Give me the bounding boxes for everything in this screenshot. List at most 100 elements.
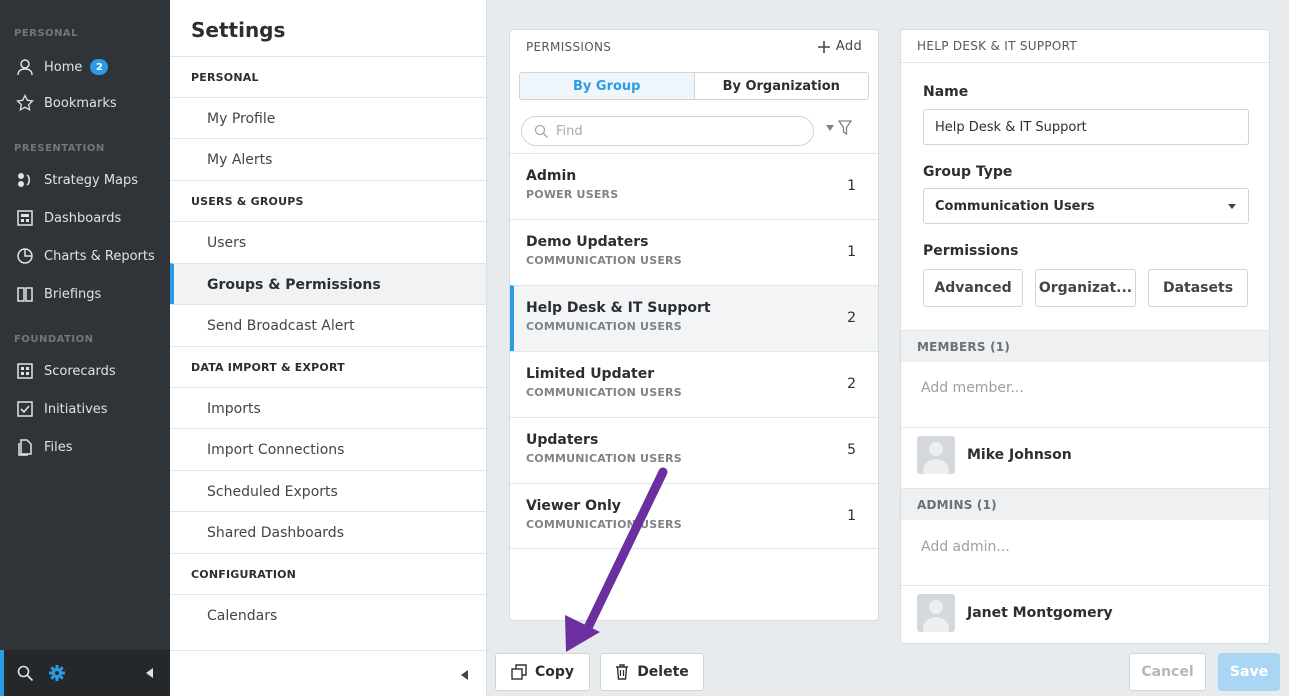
star-icon [14, 92, 36, 114]
group-count: 1 [847, 244, 856, 260]
tab-by-organization[interactable]: By Organization [694, 73, 868, 99]
name-field[interactable]: Help Desk & IT Support [923, 109, 1249, 145]
group-count: 5 [847, 442, 856, 458]
delete-label: Delete [637, 664, 689, 680]
settings-heading-users-groups: USERS & GROUPS [170, 180, 486, 222]
search-placeholder: Find [556, 123, 583, 139]
dashboard-icon [14, 207, 36, 229]
nav-item-scorecards[interactable]: Scorecards [0, 352, 170, 390]
plus-icon [817, 40, 830, 53]
delete-button[interactable]: Delete [600, 653, 704, 691]
settings-item-groups-permissions[interactable]: Groups & Permissions [170, 263, 486, 305]
settings-item-imports[interactable]: Imports [170, 387, 486, 429]
admin-row[interactable]: Janet Montgomery [901, 585, 1269, 639]
filter-icon [838, 120, 852, 136]
settings-item-my-alerts[interactable]: My Alerts [170, 138, 486, 180]
group-name: Limited Updater [526, 366, 655, 382]
group-count: 1 [847, 508, 856, 524]
datasets-button[interactable]: Datasets [1148, 269, 1248, 307]
search-icon [534, 124, 548, 138]
group-type: POWER USERS [526, 188, 619, 201]
avatar [917, 593, 955, 632]
add-member-input[interactable]: Add member... [901, 362, 1269, 414]
search-icon[interactable] [16, 664, 34, 682]
trash-icon [615, 664, 629, 680]
settings-menu: Settings PERSONAL My Profile My Alerts U… [170, 0, 487, 696]
add-group-button[interactable]: Add [817, 39, 862, 54]
group-name: Demo Updaters [526, 234, 649, 250]
nav-item-charts-reports[interactable]: Charts & Reports [0, 237, 170, 275]
settings-item-users[interactable]: Users [170, 221, 486, 263]
copy-button[interactable]: Copy [495, 653, 590, 691]
group-type-value: Communication Users [935, 198, 1095, 214]
members-section-header: MEMBERS (1) [901, 330, 1269, 362]
settings-item-shared-dashboards[interactable]: Shared Dashboards [170, 511, 486, 553]
strategy-map-icon [14, 169, 36, 191]
tab-by-group[interactable]: By Group [520, 73, 695, 99]
nav-footer [0, 650, 170, 696]
name-label: Name [923, 84, 969, 100]
nav-item-label: Initiatives [44, 401, 108, 417]
group-type-select[interactable]: Communication Users [923, 188, 1249, 224]
settings-item-my-profile[interactable]: My Profile [170, 97, 486, 139]
files-icon [14, 436, 36, 458]
nav-item-strategy-maps[interactable]: Strategy Maps [0, 161, 170, 199]
group-name: Updaters [526, 432, 599, 448]
nav-item-label: Strategy Maps [44, 172, 139, 188]
advanced-button[interactable]: Advanced [923, 269, 1023, 307]
admins-section-header: ADMINS (1) [901, 488, 1269, 520]
nav-item-dashboards[interactable]: Dashboards [0, 199, 170, 237]
nav-section-presentation: PRESENTATION [14, 143, 105, 154]
permissions-label: Permissions [923, 243, 1019, 259]
checkbox-icon [14, 398, 36, 420]
gear-icon[interactable] [48, 664, 66, 682]
group-row[interactable]: Viewer Only COMMUNICATION USERS 1 [510, 483, 878, 549]
group-row-selected[interactable]: Help Desk & IT Support COMMUNICATION USE… [510, 285, 878, 351]
cancel-button[interactable]: Cancel [1129, 653, 1206, 691]
nav-item-label: Briefings [44, 286, 102, 302]
nav-item-label: Dashboards [44, 210, 122, 226]
settings-item-calendars[interactable]: Calendars [170, 594, 486, 636]
avatar [917, 435, 955, 474]
nav-section-foundation: FOUNDATION [14, 334, 94, 345]
settings-footer [170, 650, 486, 696]
view-toggle: By Group By Organization [519, 72, 869, 100]
group-row[interactable]: Updaters COMMUNICATION USERS 5 [510, 417, 878, 483]
settings-heading-personal: PERSONAL [170, 56, 486, 98]
search-input[interactable]: Find [521, 116, 814, 146]
pie-chart-icon [14, 245, 36, 267]
nav-item-label: Scorecards [44, 363, 116, 379]
user-icon [14, 56, 36, 78]
collapse-nav-icon[interactable] [146, 668, 154, 678]
nav-item-bookmarks[interactable]: Bookmarks [0, 84, 170, 122]
group-type-label: Group Type [923, 164, 1013, 180]
member-row[interactable]: Mike Johnson [901, 427, 1269, 481]
nav-item-home[interactable]: Home 2 [0, 48, 170, 86]
book-icon [14, 283, 36, 305]
group-row[interactable]: Limited Updater COMMUNICATION USERS 2 [510, 351, 878, 417]
settings-item-scheduled-exports[interactable]: Scheduled Exports [170, 470, 486, 512]
group-row[interactable]: Demo Updaters COMMUNICATION USERS 1 [510, 219, 878, 285]
filter-dropdown[interactable] [826, 120, 852, 136]
nav-item-label: Charts & Reports [44, 248, 155, 264]
settings-heading-data-import-export: DATA IMPORT & EXPORT [170, 346, 486, 388]
group-count: 2 [847, 310, 856, 326]
group-detail-panel: HELP DESK & IT SUPPORT Name Help Desk & … [900, 29, 1270, 644]
nav-item-files[interactable]: Files [0, 428, 170, 466]
group-count: 1 [847, 178, 856, 194]
nav-item-initiatives[interactable]: Initiatives [0, 390, 170, 428]
group-row[interactable]: Admin POWER USERS 1 [510, 153, 878, 219]
collapse-settings-icon[interactable] [461, 670, 468, 680]
scorecard-icon [14, 360, 36, 382]
settings-item-import-connections[interactable]: Import Connections [170, 428, 486, 470]
group-count: 2 [847, 376, 856, 392]
group-name: Help Desk & IT Support [526, 300, 711, 316]
group-type: COMMUNICATION USERS [526, 452, 682, 465]
nav-item-briefings[interactable]: Briefings [0, 275, 170, 313]
settings-heading-configuration: CONFIGURATION [170, 553, 486, 595]
group-name: Admin [526, 168, 577, 184]
organizations-button[interactable]: Organizat... [1035, 269, 1136, 307]
add-admin-input[interactable]: Add admin... [901, 521, 1269, 573]
save-button[interactable]: Save [1218, 653, 1280, 691]
settings-item-send-broadcast-alert[interactable]: Send Broadcast Alert [170, 304, 486, 346]
